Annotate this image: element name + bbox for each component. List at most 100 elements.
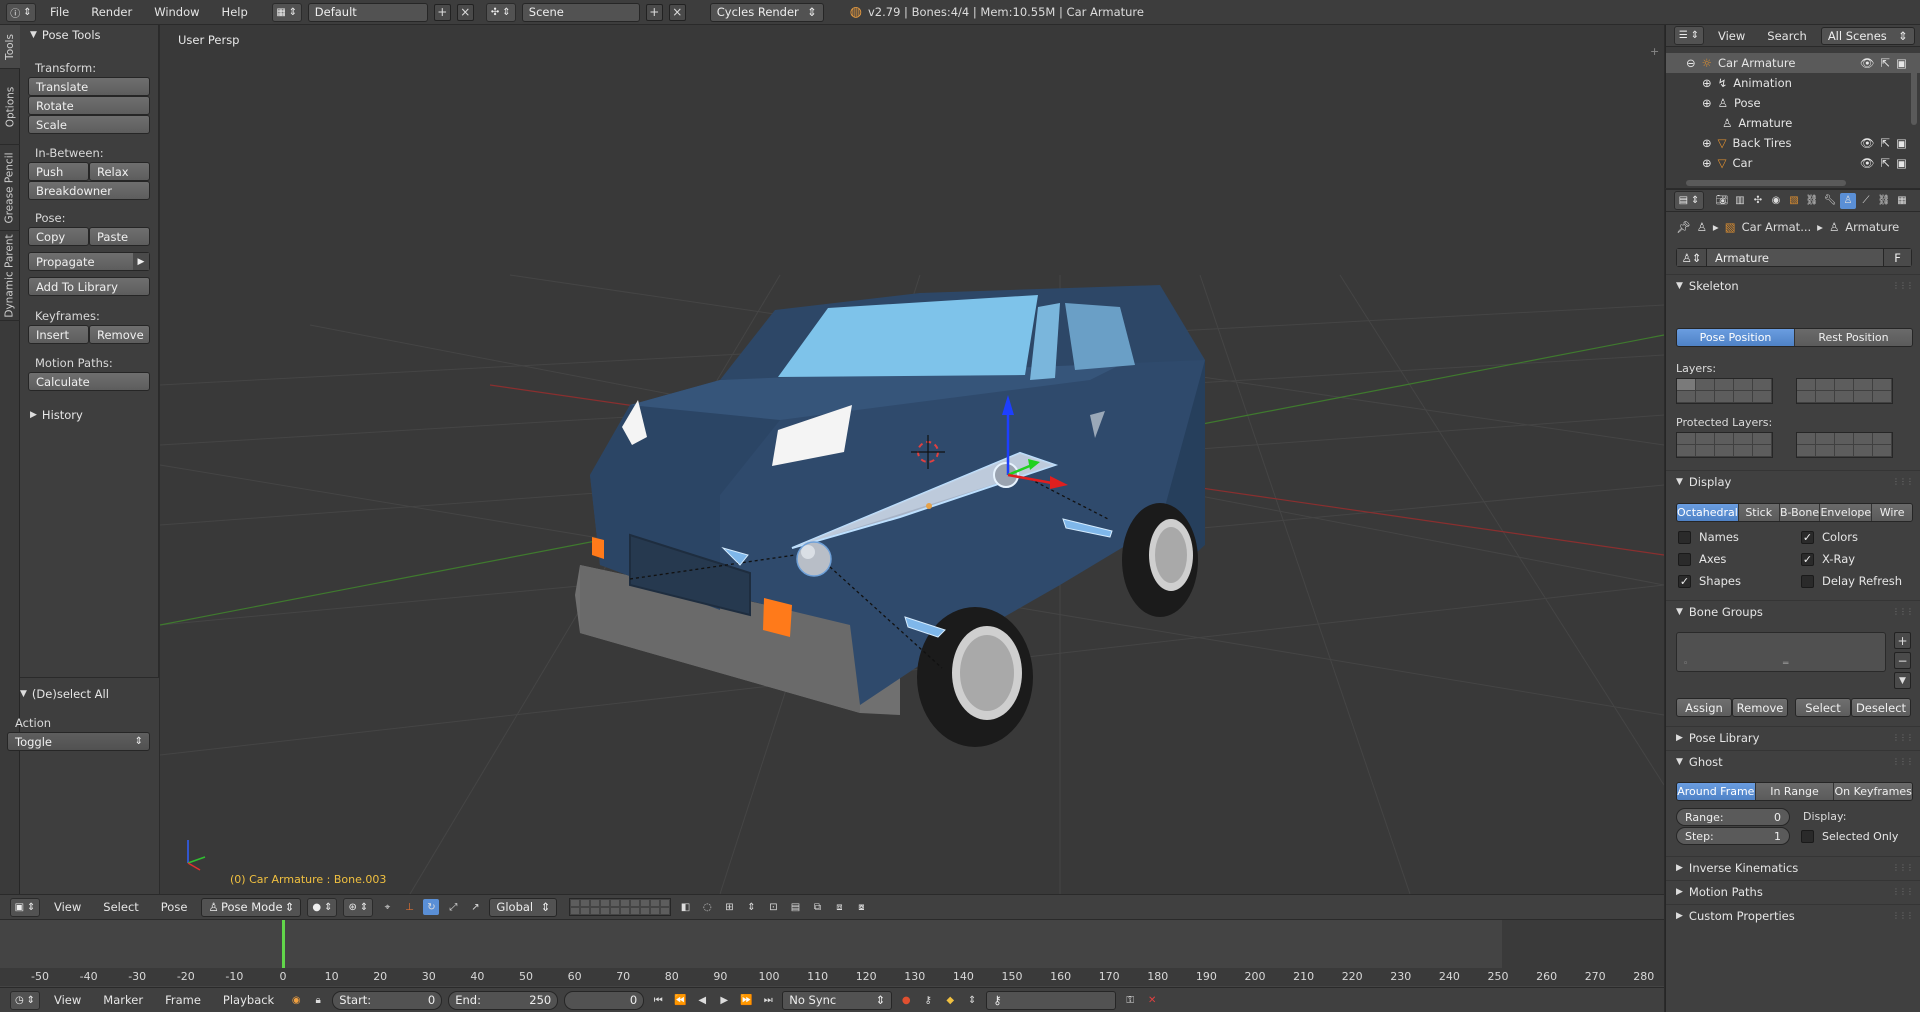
expand-icon[interactable]: ⊕ [1702, 76, 1712, 90]
calculate-paths-button[interactable]: Calculate [28, 372, 150, 391]
scale-button[interactable]: Scale [28, 115, 150, 134]
panel-grip-icon[interactable]: ⋮⋮⋮ [1892, 863, 1914, 872]
jump-start-icon[interactable]: ⏮ [650, 992, 666, 1008]
collapse-icon[interactable]: ⊖ [1686, 56, 1696, 70]
add-layout-button[interactable]: + [433, 3, 451, 21]
3d-viewport[interactable]: + User Persp (0) Car Armature : Bone.003 [160, 25, 1664, 894]
expand-icon[interactable]: ⊕ [1702, 136, 1712, 150]
visibility-icons[interactable]: 👁︎⇱▣ [1860, 136, 1913, 150]
orientation-select[interactable]: Global ⇕ [489, 897, 558, 917]
keying-set-icon[interactable]: ⚷ [920, 992, 936, 1008]
current-frame-field[interactable]: 0 [564, 990, 645, 1010]
outliner-item-animation[interactable]: ⊕ ↯ Animation [1666, 73, 1920, 93]
custom-properties-panel-header[interactable]: ▶ Custom Properties ⋮⋮⋮ [1666, 904, 1920, 926]
timeline-editor[interactable]: -50 -40 -30 -20 -10 0 10 20 30 40 50 60 70 80 90 100 110… [0, 919, 1664, 987]
ghost-step-field[interactable]: Step: 1 [1676, 827, 1790, 845]
bone-group-menu-button[interactable]: ▼ [1894, 672, 1911, 689]
breakdowner-button[interactable]: Breakdowner [28, 181, 150, 200]
around-frame-button[interactable]: Around Frame [1677, 783, 1756, 800]
rotate-button[interactable]: Rotate [28, 96, 150, 115]
shading-select[interactable]: ● ⇕ [307, 897, 338, 917]
remove-keyframe-button[interactable]: Remove [89, 325, 150, 344]
keyframe-icon[interactable]: ◆ [942, 992, 958, 1008]
outliner-item-back-tires[interactable]: ⊕ ▽ Back Tires 👁︎⇱▣ [1666, 133, 1920, 153]
rest-position-button[interactable]: Rest Position [1795, 329, 1912, 346]
delay-refresh-checkbox[interactable]: Delay Refresh [1801, 574, 1902, 588]
keying-set-field[interactable]: ⚷ [986, 990, 1117, 1010]
pin-icon[interactable]: 📌︎ [1676, 220, 1691, 234]
scene-tab-icon[interactable]: ✣ [1750, 193, 1766, 209]
colors-checkbox[interactable]: ✓ Colors [1801, 530, 1858, 544]
panel-grip-icon[interactable]: ⋮⋮⋮ [1892, 911, 1914, 920]
armature-layers-left[interactable] [1676, 378, 1773, 404]
tab-dynamic-parent[interactable]: Dynamic Parent [0, 231, 20, 321]
world-tab-icon[interactable]: ◉ [1768, 193, 1784, 209]
bone-groups-panel-header[interactable]: ▼ Bone Groups ⋮⋮⋮ [1666, 600, 1920, 622]
bbone-button[interactable]: B-Bone [1779, 504, 1821, 521]
outliner-item-car[interactable]: ⊕ ▽ Car 👁︎⇱▣ [1666, 153, 1920, 173]
texture-tab-icon[interactable]: ▦ [1894, 193, 1910, 209]
paste-pose-icon[interactable]: ⧈ [831, 899, 847, 915]
bone-groups-list[interactable]: ◦ ═ [1676, 632, 1886, 672]
expand-icon[interactable]: ⊕ [1702, 96, 1712, 110]
axes-checkbox[interactable]: Axes [1678, 552, 1726, 566]
menu-pose[interactable]: Pose [153, 900, 196, 914]
scale-manipulator-icon[interactable]: ⤢ [445, 899, 461, 915]
frame-ruler[interactable]: -50 -40 -30 -20 -10 0 10 20 30 40 50 60 70 80 90 100 110… [0, 968, 1664, 986]
panel-grip-icon[interactable]: ⋮⋮⋮ [1892, 887, 1914, 896]
bone-tab-icon[interactable]: ⟋ [1858, 193, 1874, 209]
expand-icon[interactable]: ⊕ [1702, 156, 1712, 170]
scene-layers-grid[interactable] [569, 898, 672, 916]
outliner-scrollbar[interactable] [1911, 55, 1917, 125]
timeline-editor-button[interactable]: ◷ ⇕ [10, 990, 40, 1010]
panel-grip-icon[interactable]: ⋮⋮⋮ [1892, 281, 1914, 290]
remove-button[interactable]: Remove [1732, 698, 1788, 717]
stick-button[interactable]: Stick [1738, 504, 1780, 521]
jump-end-icon[interactable]: ⏭ [760, 992, 776, 1008]
inverse-kinematics-panel-header[interactable]: ▶ Inverse Kinematics ⋮⋮⋮ [1666, 856, 1920, 878]
tab-tools[interactable]: Tools [0, 25, 20, 69]
protected-layers-right[interactable] [1796, 432, 1893, 458]
skeleton-panel-header[interactable]: ▼ Skeleton ⋮⋮⋮ [1666, 274, 1920, 296]
lock-layers-icon[interactable]: ◧ [677, 899, 693, 915]
menu-window[interactable]: Window [146, 5, 207, 19]
play-icon[interactable]: ▶ [716, 992, 732, 1008]
pivot-select[interactable]: ⊛ ⇕ [343, 897, 374, 917]
panel-grip-icon[interactable]: ⋮⋮⋮ [1892, 757, 1914, 766]
editor-type-button[interactable]: ▣ ⇕ [10, 897, 40, 917]
menu-render[interactable]: Render [83, 5, 140, 19]
insert-key-icon[interactable]: ⚿ [1122, 992, 1138, 1008]
menu-timeline-view[interactable]: View [46, 993, 89, 1007]
render-layers-tab-icon[interactable]: ▥ [1732, 193, 1748, 209]
panel-grip-icon[interactable]: ⋮⋮⋮ [1892, 477, 1914, 486]
bone-constraints-tab-icon[interactable]: ⛓︎ [1876, 193, 1892, 209]
modifiers-tab-icon[interactable]: 🔧︎ [1822, 193, 1838, 209]
keying-select-icon[interactable]: ⇕ [964, 992, 980, 1008]
action-select[interactable]: Toggle ⇕ [7, 732, 150, 751]
octahedral-button[interactable]: Octahedral [1677, 504, 1739, 521]
protected-layers-left[interactable] [1676, 432, 1773, 458]
render-tab-icon[interactable]: 📷︎ [1714, 193, 1730, 209]
properties-editor-button[interactable]: ▤ ⇕ [1674, 191, 1704, 210]
assign-button[interactable]: Assign [1676, 698, 1732, 717]
visibility-icons[interactable]: 👁︎⇱▣ [1860, 56, 1913, 70]
menu-file[interactable]: File [42, 5, 77, 19]
object-tab-icon[interactable]: ▧ [1786, 193, 1802, 209]
in-range-button[interactable]: In Range [1755, 783, 1835, 800]
screen-layout-field[interactable]: Default [307, 2, 428, 22]
viewport-scene[interactable]: + [160, 25, 1664, 894]
screen-layout-button[interactable]: ▦ ⇕ [271, 2, 302, 22]
add-bone-group-button[interactable]: + [1894, 632, 1911, 649]
scene-field[interactable]: Scene [521, 2, 640, 22]
selected-only-checkbox[interactable]: Selected Only [1801, 830, 1898, 843]
xray-checkbox[interactable]: ✓ X-Ray [1801, 552, 1855, 566]
rotate-manipulator-icon[interactable]: ↻ [423, 899, 440, 915]
axis-lock-icon[interactable]: ⇕ [743, 899, 759, 915]
sync-select[interactable]: No Sync ⇕ [782, 990, 893, 1010]
render-preview-icon[interactable]: ▤ [787, 899, 803, 915]
manipulator-toggle-icon[interactable]: ⌖ [379, 899, 395, 915]
propagate-button[interactable]: Propagate ▶ [28, 252, 150, 271]
delete-key-icon[interactable]: ✕ [1144, 992, 1160, 1008]
insert-keyframe-button[interactable]: Insert [28, 325, 89, 344]
translate-button[interactable]: Translate [28, 77, 150, 96]
